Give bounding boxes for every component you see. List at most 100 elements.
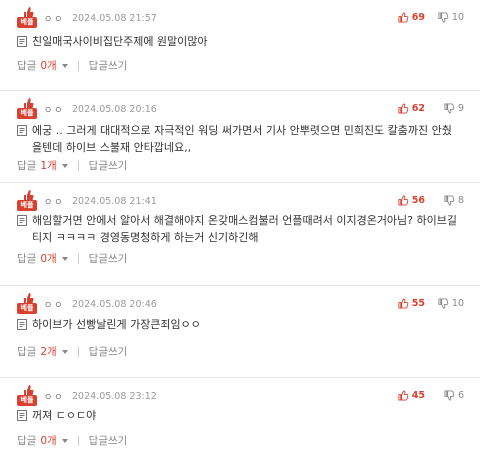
caret-down-icon bbox=[61, 163, 68, 168]
comment-body: 하이브가 선빵날린게 가장큰죄임ㅇㅇ bbox=[17, 316, 460, 333]
comment-text: 꺼져 ㄷㅇㄷ야 bbox=[32, 409, 97, 422]
document-icon bbox=[17, 215, 27, 226]
best-badge-label: 베플 bbox=[17, 17, 37, 28]
comment-date: 2024.05.08 20:16 bbox=[72, 104, 157, 115]
comment-footer: 답글 1개 답글쓰기 bbox=[17, 158, 127, 173]
reply-label: 답글 bbox=[17, 160, 37, 172]
comment-footer: 답글 0개 답글쓰기 bbox=[17, 58, 127, 73]
dislike-count: 6 bbox=[457, 390, 464, 401]
reply-label: 답글 bbox=[17, 346, 37, 358]
dislike-button[interactable]: 10 bbox=[438, 12, 464, 23]
reply-count: 1개 bbox=[40, 160, 57, 172]
write-reply-button[interactable]: 답글쓰기 bbox=[89, 58, 128, 73]
thumbs-down-icon bbox=[444, 103, 455, 114]
divider bbox=[77, 253, 79, 264]
write-reply-button[interactable]: 답글쓰기 bbox=[89, 433, 128, 448]
dislike-count: 10 bbox=[451, 298, 464, 309]
thumbs-down-icon bbox=[444, 390, 455, 401]
best-badge-label: 베플 bbox=[17, 303, 37, 314]
comment-list: 베플 ㅇㅇ 2024.05.08 21:57 69 10 친일매국사이비집단주제… bbox=[0, 0, 480, 461]
author-nickname[interactable]: ㅇㅇ bbox=[44, 298, 65, 311]
reply-toggle[interactable]: 답글 2개 bbox=[17, 344, 78, 359]
best-badge: 베플 bbox=[17, 292, 37, 316]
best-badge-label: 베플 bbox=[17, 395, 37, 406]
like-count: 69 bbox=[411, 12, 425, 23]
reply-toggle[interactable]: 답글 1개 bbox=[17, 158, 78, 173]
comment-footer: 답글 0개 답글쓰기 bbox=[17, 433, 127, 448]
divider bbox=[77, 346, 79, 357]
comment-text: 에궁 .. 그러게 대대적으로 자극적인 워딩 써가면서 기사 안뿌렷으면 민희… bbox=[32, 124, 452, 154]
best-badge: 베플 bbox=[17, 6, 37, 30]
comment-item: 베플 ㅇㅇ 2024.05.08 20:46 55 10 하이브가 선빵날린게 … bbox=[0, 286, 480, 378]
reply-toggle[interactable]: 답글 0개 bbox=[17, 433, 78, 448]
dislike-button[interactable]: 6 bbox=[444, 390, 464, 401]
write-reply-button[interactable]: 답글쓰기 bbox=[89, 158, 128, 173]
like-button[interactable]: 45 bbox=[398, 390, 425, 401]
reply-label: 답글 bbox=[17, 253, 37, 265]
thumbs-up-icon bbox=[398, 12, 409, 23]
like-count: 62 bbox=[411, 103, 425, 114]
divider bbox=[77, 435, 79, 446]
comment-date: 2024.05.08 21:41 bbox=[72, 196, 157, 207]
best-badge: 베플 bbox=[17, 384, 37, 408]
like-count: 56 bbox=[411, 195, 425, 206]
author-nickname[interactable]: ㅇㅇ bbox=[44, 12, 65, 25]
comment-header: 베플 ㅇㅇ 2024.05.08 20:16 62 9 bbox=[17, 97, 468, 123]
comment-date: 2024.05.08 23:12 bbox=[72, 391, 157, 402]
thumbs-down-icon bbox=[438, 12, 449, 23]
comment-item: 베플 ㅇㅇ 2024.05.08 21:57 69 10 친일매국사이비집단주제… bbox=[0, 0, 480, 91]
comment-item: 베플 ㅇㅇ 2024.05.08 21:41 56 8 해임할거면 안에서 알아… bbox=[0, 183, 480, 286]
comment-item: 베플 ㅇㅇ 2024.05.08 20:16 62 9 에궁 .. 그러게 대대… bbox=[0, 91, 480, 183]
like-count: 45 bbox=[411, 390, 425, 401]
comment-body: 친일매국사이비집단주제에 원말이많아 bbox=[17, 33, 460, 50]
caret-down-icon bbox=[61, 63, 68, 68]
reply-toggle[interactable]: 답글 0개 bbox=[17, 251, 78, 266]
best-badge-label: 베플 bbox=[17, 200, 37, 211]
comment-footer: 답글 2개 답글쓰기 bbox=[17, 344, 127, 359]
reply-count: 0개 bbox=[40, 60, 57, 72]
caret-down-icon bbox=[61, 256, 68, 261]
like-count: 55 bbox=[411, 298, 425, 309]
reply-count: 0개 bbox=[40, 435, 57, 447]
document-icon bbox=[17, 319, 27, 330]
reply-count: 2개 bbox=[40, 346, 57, 358]
divider bbox=[77, 60, 79, 71]
document-icon bbox=[17, 125, 27, 136]
comment-text: 친일매국사이비집단주제에 원말이많아 bbox=[32, 35, 208, 48]
comment-text: 해임할거면 안에서 알아서 해결해야지 온갖매스컴불러 언플때려서 이지경온거아… bbox=[32, 214, 457, 244]
document-icon bbox=[17, 36, 27, 47]
comment-body: 해임할거면 안에서 알아서 해결해야지 온갖매스컴불러 언플때려서 이지경온거아… bbox=[17, 212, 460, 246]
author-nickname[interactable]: ㅇㅇ bbox=[44, 195, 65, 208]
write-reply-button[interactable]: 답글쓰기 bbox=[89, 344, 128, 359]
dislike-button[interactable]: 9 bbox=[444, 103, 464, 114]
caret-down-icon bbox=[61, 349, 68, 354]
comment-date: 2024.05.08 21:57 bbox=[72, 13, 157, 24]
dislike-button[interactable]: 8 bbox=[444, 195, 464, 206]
author-nickname[interactable]: ㅇㅇ bbox=[44, 103, 65, 116]
dislike-count: 8 bbox=[457, 195, 464, 206]
dislike-button[interactable]: 10 bbox=[438, 298, 464, 309]
write-reply-button[interactable]: 답글쓰기 bbox=[89, 251, 128, 266]
dislike-count: 10 bbox=[451, 12, 464, 23]
like-button[interactable]: 62 bbox=[398, 103, 425, 114]
comment-item: 베플 ㅇㅇ 2024.05.08 23:12 45 6 꺼져 ㄷㅇㄷ야 답글 0… bbox=[0, 378, 480, 461]
author-nickname[interactable]: ㅇㅇ bbox=[44, 390, 65, 403]
best-badge: 베플 bbox=[17, 189, 37, 213]
comment-text: 하이브가 선빵날린게 가장큰죄임ㅇㅇ bbox=[32, 318, 201, 331]
comment-date: 2024.05.08 20:46 bbox=[72, 299, 157, 310]
best-badge-label: 베플 bbox=[17, 108, 37, 119]
thumbs-up-icon bbox=[398, 103, 409, 114]
divider bbox=[77, 160, 79, 171]
best-badge: 베플 bbox=[17, 97, 37, 121]
reply-label: 답글 bbox=[17, 435, 37, 447]
like-button[interactable]: 56 bbox=[398, 195, 425, 206]
comment-body: 꺼져 ㄷㅇㄷ야 bbox=[17, 407, 460, 424]
comment-footer: 답글 0개 답글쓰기 bbox=[17, 251, 127, 266]
like-button[interactable]: 55 bbox=[398, 298, 425, 309]
caret-down-icon bbox=[61, 438, 68, 443]
like-button[interactable]: 69 bbox=[398, 12, 425, 23]
reply-label: 답글 bbox=[17, 60, 37, 72]
reply-toggle[interactable]: 답글 0개 bbox=[17, 58, 78, 73]
thumbs-up-icon bbox=[398, 390, 409, 401]
comment-body: 에궁 .. 그러게 대대적으로 자극적인 워딩 써가면서 기사 안뿌렷으면 민희… bbox=[17, 122, 460, 156]
